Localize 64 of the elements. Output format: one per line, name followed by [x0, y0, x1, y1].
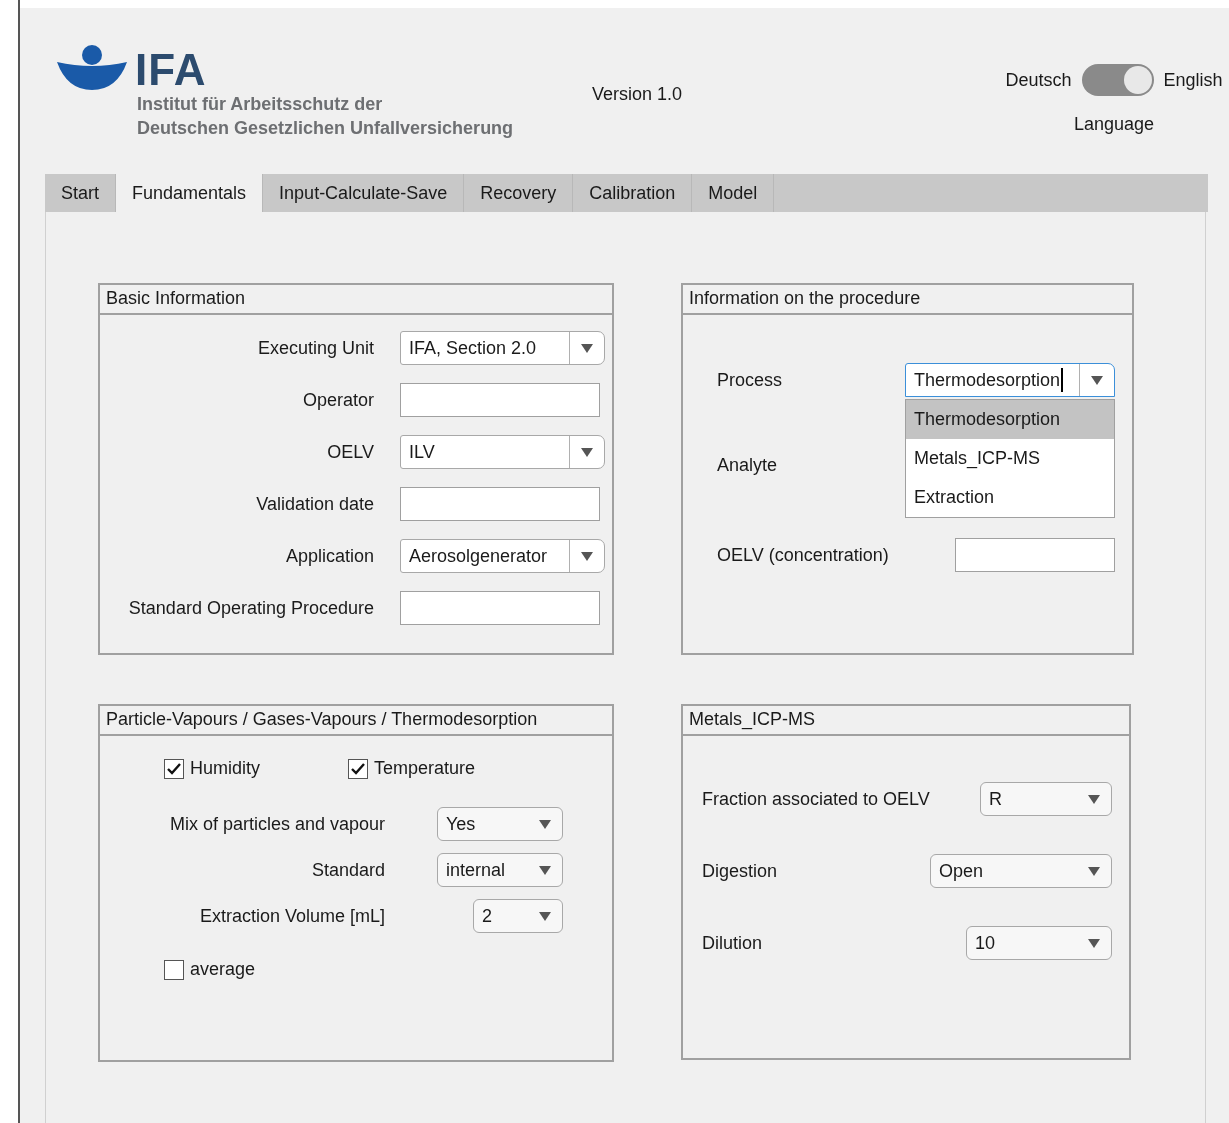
field-label: Process	[717, 369, 784, 391]
dropdown-arrow-icon	[539, 819, 551, 829]
dropdown-arrow-icon	[1091, 375, 1103, 385]
dropdown[interactable]: ILV	[400, 435, 605, 469]
tab[interactable]: Fundamentals	[116, 174, 264, 212]
input-field[interactable]	[400, 383, 600, 417]
dropdown-arrow-icon	[581, 343, 593, 353]
dropdown[interactable]: internal	[437, 853, 563, 887]
tab[interactable]: Calibration	[573, 174, 693, 212]
language-caption: Language	[1073, 114, 1155, 135]
field-label: Dilution	[702, 932, 764, 954]
dropdown[interactable]: Thermodesorption	[905, 363, 1115, 397]
language-option: Deutsch	[1005, 69, 1072, 91]
field-label: Operator	[302, 389, 374, 411]
field-label: Mix of particles and vapour	[169, 813, 385, 835]
field-label: Standard	[311, 859, 385, 881]
tab[interactable]: Model	[692, 174, 775, 212]
input-field[interactable]	[955, 538, 1115, 572]
field-label: OELV	[327, 441, 374, 463]
dropdown-arrow-icon	[539, 865, 551, 875]
dropdown[interactable]: R	[980, 782, 1112, 816]
field-label: Digestion	[702, 860, 779, 882]
dropdown[interactable]: Yes	[437, 807, 563, 841]
field-label: OELV (concentration)	[717, 544, 890, 566]
input-field[interactable]	[400, 591, 600, 625]
checkbox-label: Humidity	[190, 758, 260, 779]
dropdown-arrow-icon	[1088, 794, 1100, 804]
dropdown-arrow-icon	[581, 447, 593, 457]
field-label: Extraction Volume [mL]	[199, 905, 385, 927]
field-label: Standard Operating Procedure	[128, 597, 374, 619]
logo-text: IFA	[135, 48, 207, 92]
panel-title: Information on the procedure	[683, 285, 1132, 315]
tab[interactable]: Input-Calculate-Save	[263, 174, 465, 212]
dropdown-arrow-icon	[1088, 866, 1100, 876]
dropdown[interactable]: Open	[930, 854, 1112, 888]
tab[interactable]: Recovery	[464, 174, 574, 212]
logo-subtitle: Deutschen Gesetzlichen Unfallversicherung	[137, 117, 514, 140]
language-option: English	[1163, 69, 1223, 91]
dropdown[interactable]: IFA, Section 2.0	[400, 331, 605, 365]
language-switch[interactable]	[1081, 64, 1154, 96]
version-label: Version 1.0	[592, 84, 683, 105]
dropdown-arrow-icon	[581, 551, 593, 561]
checkbox[interactable]	[348, 758, 368, 779]
dropdown[interactable]: 10	[966, 926, 1112, 960]
checkbox[interactable]	[164, 959, 184, 980]
field-label: Validation date	[256, 493, 374, 515]
checkbox-label: average	[190, 959, 256, 980]
field-label: Fraction associated to OELV	[702, 788, 930, 810]
dropdown-arrow-icon	[1088, 938, 1100, 948]
checkbox[interactable]	[164, 758, 184, 779]
dropdown[interactable]: 2	[473, 899, 563, 933]
dropdown-option[interactable]: Thermodesorption	[906, 400, 1114, 439]
logo-icon	[57, 44, 127, 92]
panel-title: Metals_ICP-MS	[683, 706, 1129, 736]
logo-subtitle: Institut für Arbeitsschutz der	[137, 93, 383, 116]
input-field[interactable]	[400, 487, 600, 521]
dropdown[interactable]: Aerosolgenerator	[400, 539, 605, 573]
dropdown-arrow-icon	[539, 911, 551, 921]
field-label: Application	[285, 545, 374, 567]
field-label: Analyte	[717, 455, 779, 476]
field-label: Executing Unit	[257, 337, 374, 359]
checkbox-label: Temperature	[374, 758, 476, 779]
panel-title: Basic Information	[100, 285, 612, 315]
panel-title: Particle-Vapours / Gases-Vapours / Thermodesorption	[100, 706, 612, 736]
